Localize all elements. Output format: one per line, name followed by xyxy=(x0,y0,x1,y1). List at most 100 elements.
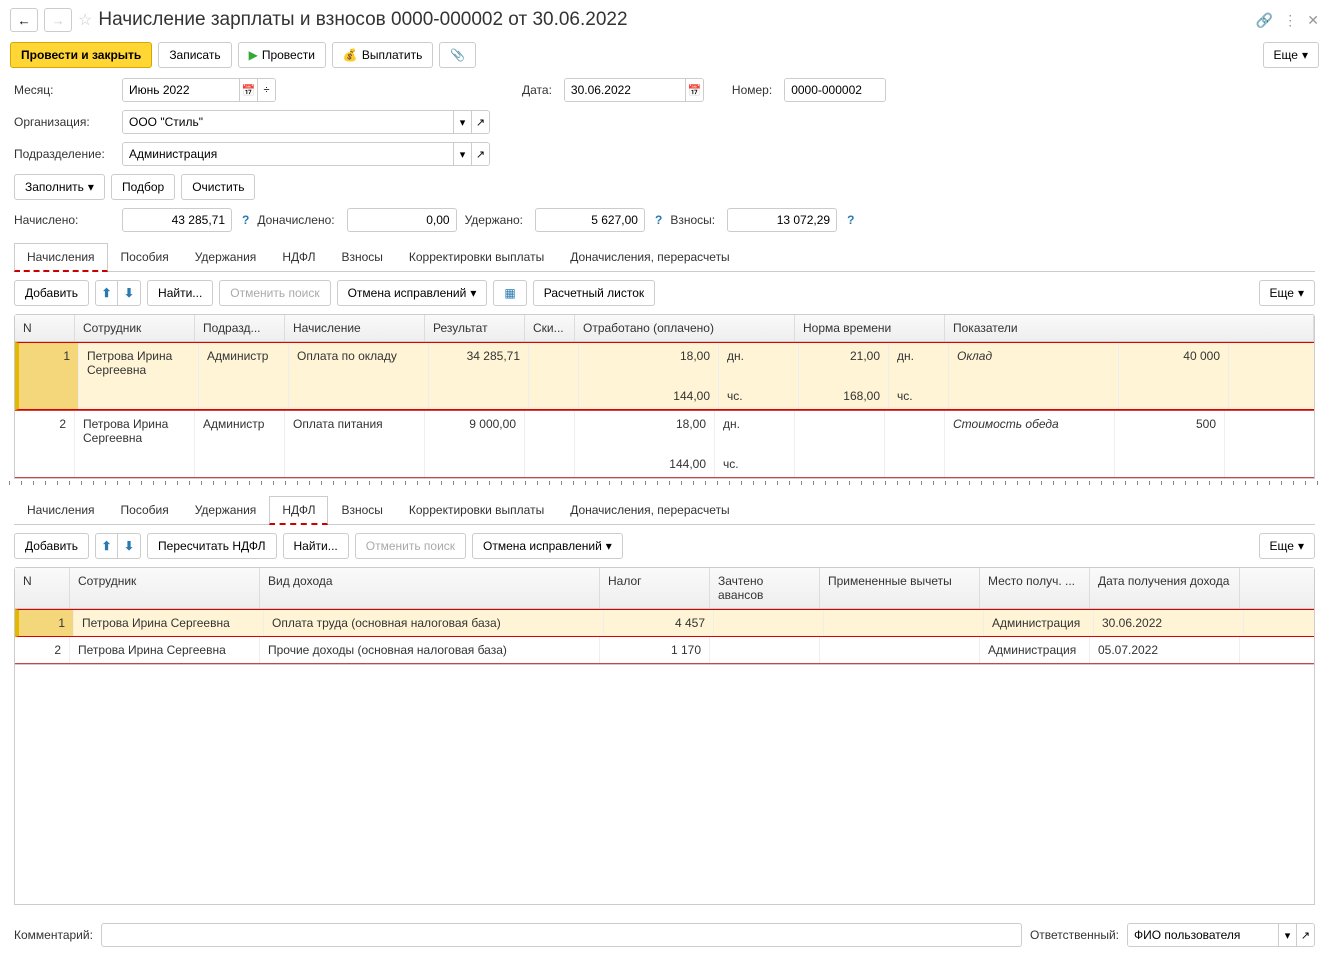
post-and-close-button[interactable]: Провести и закрыть xyxy=(10,42,152,68)
month-input[interactable]: 📅 ÷ xyxy=(122,78,276,102)
columns-icon: ▦ xyxy=(504,286,515,300)
responsible-label: Ответственный: xyxy=(1030,928,1119,942)
find-button[interactable]: Найти... xyxy=(147,280,213,306)
accrued-value[interactable] xyxy=(122,208,232,232)
open-icon[interactable]: ↗ xyxy=(471,143,489,165)
withheld-label: Удержано: xyxy=(465,213,523,227)
cancel-search-button: Отменить поиск xyxy=(355,533,466,559)
cancel-search-button: Отменить поиск xyxy=(219,280,330,306)
contrib-value[interactable] xyxy=(727,208,837,232)
calendar-icon[interactable]: 📅 xyxy=(239,79,257,101)
pay-button[interactable]: 💰Выплатить xyxy=(332,42,433,68)
page-break xyxy=(4,481,1325,489)
money-icon: 💰 xyxy=(343,48,358,62)
link-icon[interactable]: 🔗 xyxy=(1256,12,1273,29)
pick-button[interactable]: Подбор xyxy=(111,174,175,200)
org-input[interactable]: ▾ ↗ xyxy=(122,110,490,134)
table-header: N Сотрудник Вид дохода Налог Зачтено ава… xyxy=(15,568,1314,609)
chevron-down-icon: ▾ xyxy=(1302,48,1308,62)
arrow-right-icon: → xyxy=(51,13,64,28)
tab-contrib[interactable]: Взносы xyxy=(328,243,395,272)
comment-input[interactable] xyxy=(101,923,1022,947)
clip-icon: 📎 xyxy=(450,48,465,62)
more-button[interactable]: Еще ▾ xyxy=(1263,42,1319,68)
responsible-input[interactable]: ▾ ↗ xyxy=(1127,923,1315,947)
stepper-icon[interactable]: ÷ xyxy=(257,79,275,101)
calendar-icon[interactable]: 📅 xyxy=(685,79,703,101)
help-icon[interactable]: ? xyxy=(242,213,249,227)
month-label: Месяц: xyxy=(14,83,114,97)
recalc-ndfl-button[interactable]: Пересчитать НДФЛ xyxy=(147,533,276,559)
save-button[interactable]: Записать xyxy=(158,42,231,68)
tab-correction[interactable]: Корректировки выплаты xyxy=(396,496,557,525)
tab-ndfl[interactable]: НДФЛ xyxy=(269,496,328,525)
add-accrued-label: Доначислено: xyxy=(257,213,334,227)
tab-ndfl[interactable]: НДФЛ xyxy=(269,243,328,272)
add-button[interactable]: Добавить xyxy=(14,533,89,559)
number-input[interactable] xyxy=(784,78,886,102)
date-label: Дата: xyxy=(522,83,552,97)
table-row[interactable]: 1 Петрова Ирина Сергеевна Оплата труда (… xyxy=(15,609,1314,637)
open-icon[interactable]: ↗ xyxy=(471,111,489,133)
org-label: Организация: xyxy=(14,115,114,129)
table-row[interactable]: 2 Петрова Ирина Сергеевна Прочие доходы … xyxy=(15,637,1314,664)
tab-correction[interactable]: Корректировки выплаты xyxy=(396,243,557,272)
arrow-up-icon[interactable]: ⬆ xyxy=(96,281,118,305)
attach-button[interactable]: 📎 xyxy=(439,42,476,68)
move-buttons[interactable]: ⬆ ⬇ xyxy=(95,280,141,306)
number-label: Номер: xyxy=(732,83,772,97)
help-icon[interactable]: ? xyxy=(655,213,662,227)
chevron-down-icon: ▾ xyxy=(1298,286,1304,300)
date-input[interactable]: 📅 xyxy=(564,78,704,102)
columns-button[interactable]: ▦ xyxy=(493,280,526,306)
close-icon[interactable]: ✕ xyxy=(1307,12,1319,29)
more-button[interactable]: Еще ▾ xyxy=(1259,533,1315,559)
chevron-down-icon[interactable]: ▾ xyxy=(453,143,471,165)
tab-benefits[interactable]: Пособия xyxy=(108,496,182,525)
forward-button[interactable]: → xyxy=(44,8,72,32)
tab-recalc[interactable]: Доначисления, перерасчеты xyxy=(557,243,742,272)
tab-accruals[interactable]: Начисления xyxy=(14,496,108,525)
more-button[interactable]: Еще ▾ xyxy=(1259,280,1315,306)
table-row[interactable]: 2 Петрова Ирина Сергеевна Администр Опла… xyxy=(15,410,1314,478)
add-accrued-value[interactable] xyxy=(347,208,457,232)
arrow-left-icon: ← xyxy=(17,13,30,28)
open-icon[interactable]: ↗ xyxy=(1296,924,1314,946)
tab-contrib[interactable]: Взносы xyxy=(328,496,395,525)
table-row[interactable]: 1 Петрова Ирина Сергеевна Администр Опла… xyxy=(15,342,1314,410)
tab-withholdings[interactable]: Удержания xyxy=(182,243,270,272)
dept-label: Подразделение: xyxy=(14,147,114,161)
chevron-down-icon: ▾ xyxy=(88,180,94,194)
comment-label: Комментарий: xyxy=(14,928,93,942)
tab-withholdings[interactable]: Удержания xyxy=(182,496,270,525)
arrow-up-icon[interactable]: ⬆ xyxy=(96,534,118,558)
chevron-down-icon: ▾ xyxy=(1298,539,1304,553)
star-icon[interactable]: ☆ xyxy=(78,10,92,30)
page-title: Начисление зарплаты и взносов 0000-00000… xyxy=(98,9,1249,31)
find-button[interactable]: Найти... xyxy=(283,533,349,559)
table-header: N Сотрудник Подразд... Начисление Резуль… xyxy=(15,315,1314,342)
paysheet-button[interactable]: Расчетный листок xyxy=(533,280,655,306)
cancel-fix-button[interactable]: Отмена исправлений ▾ xyxy=(337,280,488,306)
clear-button[interactable]: Очистить xyxy=(181,174,255,200)
dept-input[interactable]: ▾ ↗ xyxy=(122,142,490,166)
chevron-down-icon[interactable]: ▾ xyxy=(1278,924,1296,946)
help-icon[interactable]: ? xyxy=(847,213,854,227)
chevron-down-icon: ▾ xyxy=(606,539,612,553)
fill-button[interactable]: Заполнить ▾ xyxy=(14,174,105,200)
arrow-down-icon[interactable]: ⬇ xyxy=(118,534,140,558)
move-buttons[interactable]: ⬆ ⬇ xyxy=(95,533,141,559)
withheld-value[interactable] xyxy=(535,208,645,232)
back-button[interactable]: ← xyxy=(10,8,38,32)
menu-icon[interactable]: ⋮ xyxy=(1283,12,1297,29)
tab-accruals[interactable]: Начисления xyxy=(14,243,108,272)
chevron-down-icon[interactable]: ▾ xyxy=(453,111,471,133)
cancel-fix-button[interactable]: Отмена исправлений ▾ xyxy=(472,533,623,559)
add-button[interactable]: Добавить xyxy=(14,280,89,306)
post-icon: ▶ xyxy=(249,48,258,62)
arrow-down-icon[interactable]: ⬇ xyxy=(118,281,140,305)
tab-recalc[interactable]: Доначисления, перерасчеты xyxy=(557,496,742,525)
chevron-down-icon: ▾ xyxy=(470,286,476,300)
post-button[interactable]: ▶Провести xyxy=(238,42,326,68)
tab-benefits[interactable]: Пособия xyxy=(108,243,182,272)
